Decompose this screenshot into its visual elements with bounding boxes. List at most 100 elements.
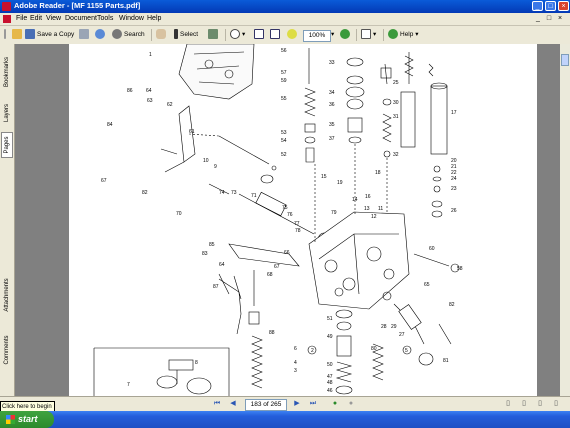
start-button[interactable]: start [0,411,54,428]
continuous-icon[interactable]: ▯ [519,399,529,409]
label-54: 54 [281,138,287,144]
label-60: 60 [429,246,435,252]
vertical-scrollbar[interactable] [560,44,570,396]
label-25: 25 [393,80,399,86]
help-icon [388,29,398,40]
menu-file[interactable]: File [16,15,27,22]
chevron-down-icon: ▾ [331,31,335,38]
label-68: 68 [267,272,273,278]
label-56: 56 [281,48,287,54]
print-button[interactable] [79,29,91,41]
email-button[interactable] [95,29,107,41]
label-77: 77 [294,221,300,227]
doc-restore-button[interactable]: □ [545,15,553,23]
navigation-panel: Bookmarks Layers Pages Attachments Comme… [0,44,15,396]
menu-view[interactable]: View [46,15,61,22]
save-copy-button[interactable]: Save a Copy [25,29,74,41]
label-9: 9 [214,164,217,170]
adobe-reader-icon[interactable] [3,15,11,23]
label-83: 83 [202,251,208,257]
zoom-field[interactable]: 100% [303,30,331,42]
label-52: 52 [281,152,287,158]
open-icon [12,29,22,40]
title-bar: Adobe Reader - [MF 1155 Parts.pdf] _ □ × [0,0,570,13]
label-32: 32 [393,152,399,158]
label-82: 82 [142,190,148,196]
minimize-button[interactable]: _ [532,1,543,11]
previous-page-icon[interactable]: ◀ [228,399,238,409]
next-page-icon[interactable]: ▶ [292,399,302,409]
document-view[interactable]: 1 86 64 62 63 84 67 61 10 9 74 73 71 70 … [15,43,560,396]
label-17: 17 [451,110,457,116]
hand-tool-button[interactable] [156,29,168,41]
menu-help[interactable]: Help [147,15,161,22]
label-34: 34 [329,90,335,96]
scrollbar-thumb[interactable] [561,54,569,66]
single-page-icon[interactable]: ▯ [503,399,513,409]
label-62: 62 [167,102,173,108]
label-22: 22 [451,170,457,176]
label-33: 33 [329,60,335,66]
rotate-button[interactable]: ▾ [361,29,376,41]
doc-close-button[interactable]: × [556,15,564,23]
label-46: 46 [327,388,333,394]
tab-layers[interactable]: Layers [1,100,13,126]
last-page-icon[interactable]: ⏭ [308,399,318,409]
pdf-page[interactable]: 1 86 64 62 63 84 67 61 10 9 74 73 71 70 … [69,43,537,396]
open-button[interactable] [12,29,24,41]
forward-icon[interactable]: ● [346,399,356,409]
label-86: 86 [127,88,133,94]
label-4: 4 [294,360,297,366]
first-page-icon[interactable]: ⏮ [212,399,222,409]
snapshot-icon [208,29,218,40]
label-78: 78 [295,228,301,234]
label-13: 13 [364,206,370,212]
start-label: start [18,414,38,424]
print-icon [79,29,89,40]
tab-bookmarks[interactable]: Bookmarks [1,50,13,94]
select-tool-button[interactable]: Select [174,29,198,41]
facing-icon[interactable]: ▯ [535,399,545,409]
fit-width-button[interactable] [270,29,282,41]
label-76: 76 [287,212,293,218]
help-button[interactable]: Help ▾ [388,29,418,41]
back-icon[interactable]: ● [330,399,340,409]
continuous-facing-icon[interactable]: ▯ [551,399,561,409]
fit-page-button[interactable] [254,29,266,41]
menu-window[interactable]: Window [119,15,144,22]
label-84: 84 [107,122,113,128]
label-1: 1 [149,52,152,58]
maximize-button[interactable]: □ [545,1,556,11]
tab-attachments[interactable]: Attachments [1,270,13,320]
label-59: 59 [281,78,287,84]
snapshot-button[interactable] [208,29,220,41]
menu-tools[interactable]: Tools [97,15,113,22]
menu-document[interactable]: Document [65,15,97,22]
search-label: Search [124,31,145,38]
menu-edit[interactable]: Edit [30,15,42,22]
close-button[interactable]: × [558,1,569,11]
zoom-in-icon [340,29,350,40]
label-29: 29 [391,324,397,330]
toolbar-separator [383,29,384,41]
zoom-tool-button[interactable]: ▾ [230,29,245,41]
doc-minimize-button[interactable]: _ [534,15,542,23]
zoom-in-button[interactable] [340,29,352,41]
fit-width-icon [270,29,280,40]
tab-pages[interactable]: Pages [1,132,13,158]
label-82b: 82 [449,302,455,308]
email-icon [95,29,105,40]
label-35: 35 [329,122,335,128]
label-23: 23 [451,186,457,192]
label-70: 70 [176,211,182,217]
zoom-dropdown[interactable]: ▾ [331,29,334,41]
search-button[interactable]: Search [112,29,145,41]
toolbar: Save a Copy Search Select ▾ 100% ▾ ▾ Hel… [0,26,570,45]
page-number-field[interactable]: 183 of 265 [245,399,287,411]
label-63: 63 [147,98,153,104]
tab-comments[interactable]: Comments [1,328,13,372]
label-53: 53 [281,130,287,136]
zoom-out-button[interactable] [287,29,299,41]
chevron-down-icon: ▾ [415,31,419,38]
label-79: 79 [331,210,337,216]
